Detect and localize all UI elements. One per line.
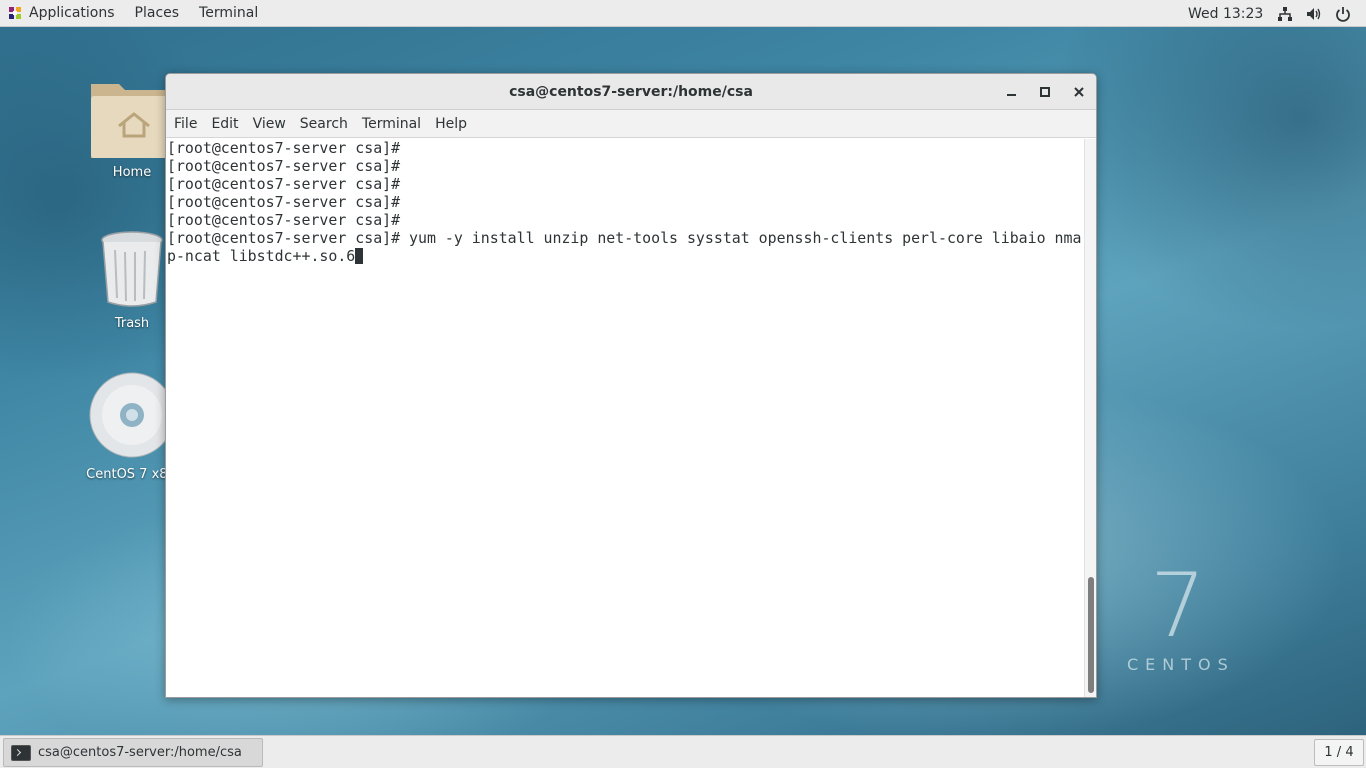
centos-watermark-text: CENTOS [1127, 655, 1235, 674]
terminal-output[interactable]: [root@centos7-server csa]# [root@centos7… [166, 139, 1084, 697]
text-cursor [355, 248, 364, 264]
terminal-window[interactable]: csa@centos7-server:/home/csa File Edit V… [165, 73, 1097, 698]
maximize-button[interactable] [1035, 82, 1055, 102]
terminal-line: [root@centos7-server csa]# yum -y instal… [167, 229, 1082, 247]
terminal-app-menu[interactable]: Terminal [189, 0, 268, 26]
terminal-icon [11, 744, 31, 761]
trash-icon [101, 231, 163, 307]
applications-logo-icon [8, 6, 22, 20]
maximize-icon [1040, 87, 1050, 97]
top-menu: Applications Places Terminal [0, 0, 268, 26]
bottom-panel: csa@centos7-server:/home/csa 1 / 4 [0, 735, 1366, 768]
menu-view[interactable]: View [246, 116, 293, 132]
terminal-line: [root@centos7-server csa]# [167, 193, 401, 211]
minimize-icon [1007, 94, 1016, 96]
terminal-current-text: p-ncat libstdc++.so.6 [167, 247, 356, 265]
terminal-line: [root@centos7-server csa]# [167, 211, 401, 229]
terminal-line-current: p-ncat libstdc++.so.6 [167, 247, 1084, 265]
close-icon [1074, 87, 1084, 97]
centos-watermark-number: 7 [1150, 554, 1206, 657]
disc-icon [89, 372, 175, 458]
scrollbar-thumb[interactable] [1088, 577, 1094, 693]
menu-file[interactable]: File [166, 116, 204, 132]
workspace-switcher[interactable]: 1 / 4 [1314, 739, 1364, 766]
clock[interactable]: Wed 13:23 [1188, 0, 1263, 27]
places-menu[interactable]: Places [125, 0, 190, 26]
taskbar-window-button[interactable]: csa@centos7-server:/home/csa [3, 738, 263, 767]
window-titlebar[interactable]: csa@centos7-server:/home/csa [166, 74, 1096, 110]
terminal-menubar: File Edit View Search Terminal Help [166, 110, 1096, 138]
network-icon[interactable] [1276, 5, 1294, 23]
menu-help[interactable]: Help [428, 116, 474, 132]
window-title: csa@centos7-server:/home/csa [509, 83, 753, 100]
top-panel: Applications Places Terminal Wed 13:23 [0, 0, 1366, 27]
volume-icon[interactable] [1305, 5, 1323, 23]
menu-search[interactable]: Search [293, 116, 355, 132]
terminal-line: [root@centos7-server csa]# [167, 157, 401, 175]
taskbar-window-label: csa@centos7-server:/home/csa [38, 745, 242, 760]
menu-edit[interactable]: Edit [204, 116, 245, 132]
terminal-line: [root@centos7-server csa]# [167, 175, 401, 193]
close-button[interactable] [1069, 82, 1089, 102]
power-icon[interactable] [1334, 5, 1352, 23]
terminal-line: [root@centos7-server csa]# [167, 139, 401, 157]
menu-terminal[interactable]: Terminal [355, 116, 428, 132]
applications-menu[interactable]: Applications [24, 0, 125, 26]
minimize-button[interactable] [1002, 82, 1022, 102]
system-tray[interactable] [1276, 0, 1352, 27]
terminal-scrollbar[interactable] [1084, 139, 1096, 697]
